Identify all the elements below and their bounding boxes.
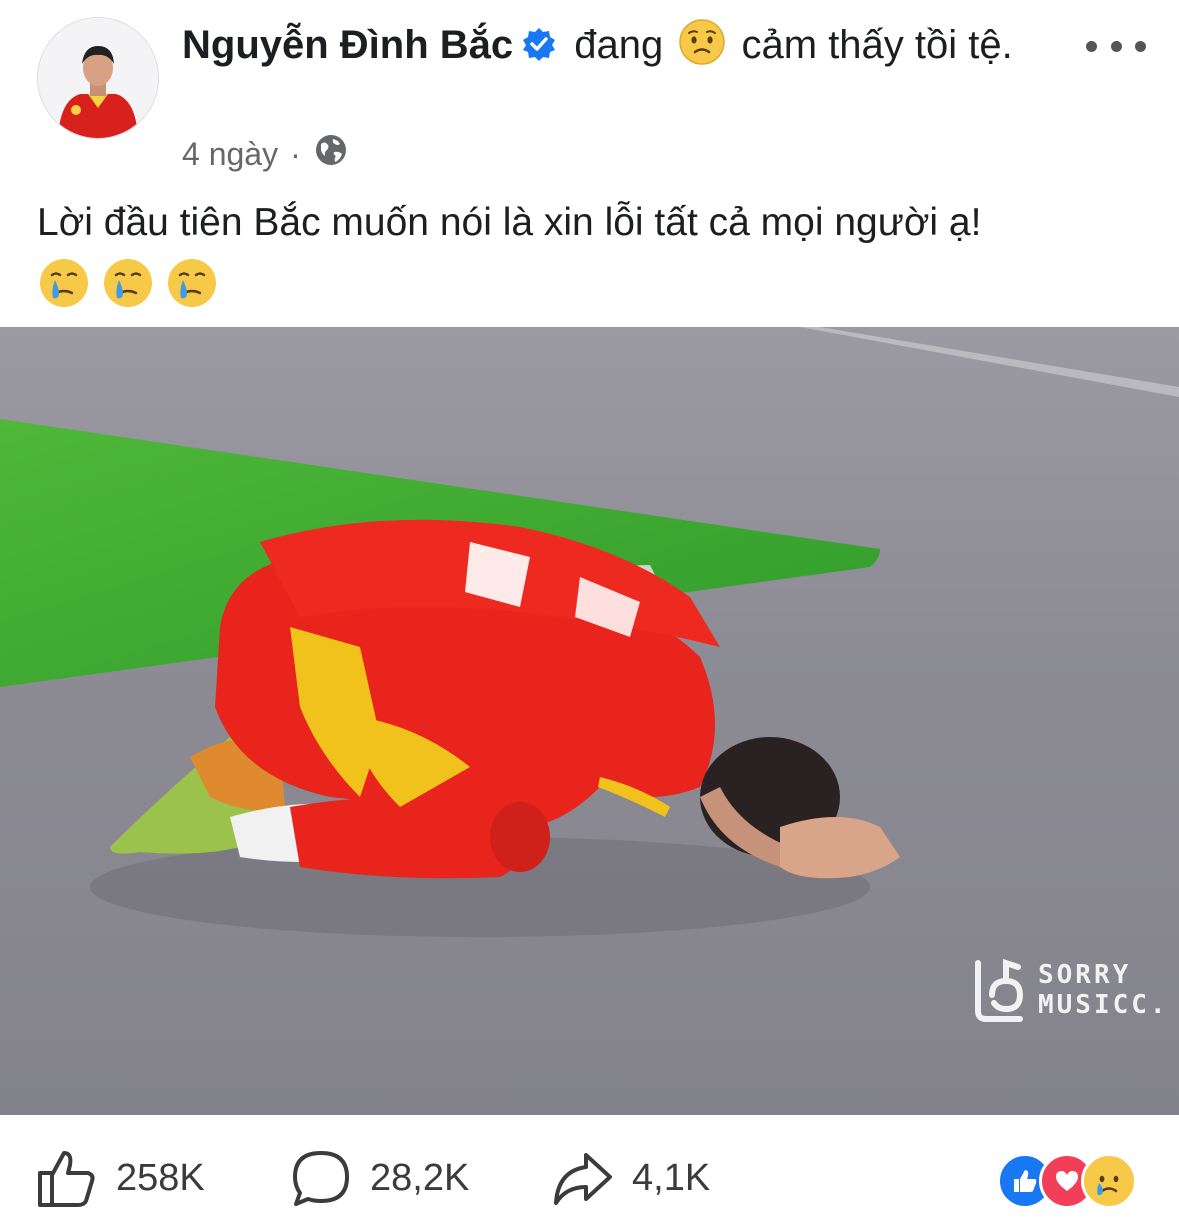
crying-face-emoji <box>37 256 91 329</box>
post-headline: Nguyễn Đình Bắc đang cảm thấy tồi tệ. <box>182 14 1062 84</box>
music-note-logo-icon <box>968 955 1032 1025</box>
watermark-line-2: MUSICC. <box>1038 990 1169 1020</box>
post-meta: 4 ngày · <box>182 133 349 175</box>
more-options-icon[interactable] <box>1086 34 1146 58</box>
comment-button[interactable]: 28,2K <box>290 1144 469 1212</box>
post-photo[interactable]: SORRY MUSICC. <box>0 327 1179 1115</box>
like-button[interactable]: 258K <box>36 1144 205 1212</box>
sad-reaction-icon <box>1081 1153 1137 1209</box>
avatar-image <box>38 18 158 138</box>
share-count: 4,1K <box>632 1156 711 1199</box>
sad-face-emoji <box>678 18 726 84</box>
comment-count: 28,2K <box>370 1156 470 1199</box>
post-message-text: Lời đầu tiên Bắc muốn nói là xin lỗi tất… <box>37 201 982 244</box>
feeling-text: cảm thấy tồi tệ. <box>741 23 1013 67</box>
author-avatar[interactable] <box>37 17 159 139</box>
thumbs-up-icon <box>36 1147 98 1209</box>
share-button[interactable]: 4,1K <box>552 1144 710 1212</box>
author-name[interactable]: Nguyễn Đình Bắc <box>182 23 513 67</box>
post-header: Nguyễn Đình Bắc đang cảm thấy tồi tệ. 4 … <box>0 0 1179 180</box>
post-time[interactable]: 4 ngày <box>182 136 278 173</box>
globe-icon <box>313 132 349 176</box>
photo-watermark: SORRY MUSICC. <box>968 950 1169 1030</box>
feeling-prefix: đang <box>574 23 664 67</box>
crying-face-emoji <box>101 256 155 329</box>
comment-bubble-icon <box>290 1147 352 1209</box>
watermark-text: SORRY MUSICC. <box>1038 960 1169 1020</box>
meta-separator: · <box>290 135 301 172</box>
like-count: 258K <box>116 1156 205 1199</box>
crying-face-emoji <box>165 256 219 329</box>
watermark-line-1: SORRY <box>1038 960 1132 990</box>
message-emoji-row <box>37 256 1147 329</box>
reaction-summary[interactable] <box>997 1153 1137 1213</box>
share-arrow-icon <box>552 1147 614 1209</box>
post-message: Lời đầu tiên Bắc muốn nói là xin lỗi tất… <box>37 192 1147 329</box>
verified-badge-icon <box>521 18 557 80</box>
